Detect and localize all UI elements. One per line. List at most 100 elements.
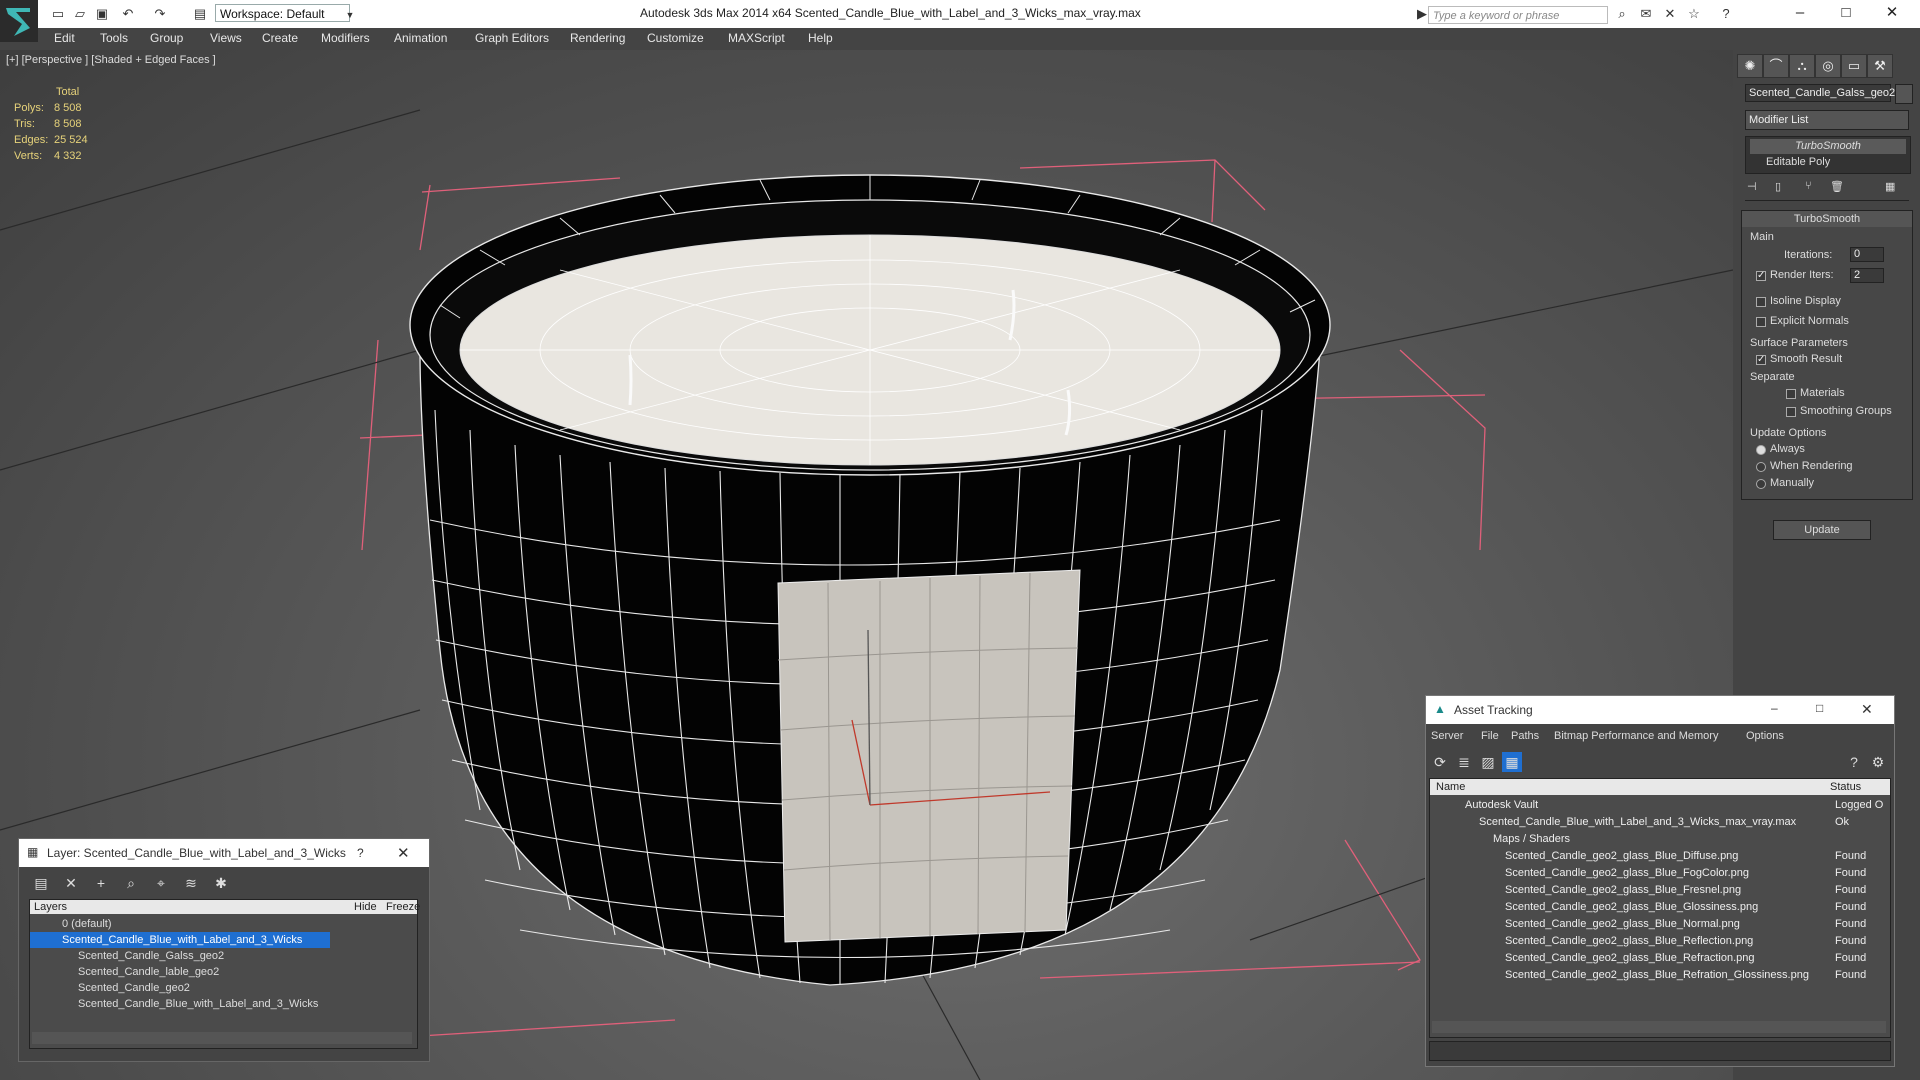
explicit-normals-checkbox[interactable]	[1756, 317, 1766, 327]
menu-group[interactable]: Group	[150, 31, 183, 45]
menu-maxscript[interactable]: MAXScript	[728, 31, 785, 45]
highlight-layer-icon[interactable]: ⌖	[151, 873, 171, 893]
when-rendering-radio[interactable]	[1756, 462, 1766, 472]
materials-checkbox[interactable]	[1786, 389, 1796, 399]
col-status[interactable]: Status	[1830, 779, 1861, 795]
redo-icon[interactable]: ↷	[150, 4, 170, 24]
menu-edit[interactable]: Edit	[54, 31, 75, 45]
make-unique-icon[interactable]: ⑂	[1805, 180, 1812, 192]
menu-animation[interactable]: Animation	[394, 31, 447, 45]
delete-layer-icon[interactable]: ✕	[61, 873, 81, 893]
asset-menu-paths[interactable]: Paths	[1511, 730, 1539, 742]
modifier-editable-poly[interactable]: Editable Poly	[1766, 155, 1830, 170]
always-radio[interactable]	[1756, 445, 1766, 455]
manually-radio[interactable]	[1756, 479, 1766, 489]
show-end-result-icon[interactable]: ▯	[1775, 180, 1781, 193]
new-layer-icon[interactable]: ▤	[31, 873, 51, 893]
col-hide[interactable]: Hide	[354, 900, 377, 914]
menu-tools[interactable]: Tools	[100, 31, 128, 45]
asset-row[interactable]: Scented_Candle_geo2_glass_Blue_Diffuse.p…	[1435, 848, 1891, 865]
remove-modifier-icon[interactable]: 🗑	[1830, 180, 1844, 193]
layer-row[interactable]: Scented_Candle_Galss_geo2	[30, 948, 417, 964]
undo-icon[interactable]: ↶	[118, 4, 138, 24]
render-iters-spinner[interactable]: 2	[1850, 268, 1884, 283]
add-to-layer-icon[interactable]: +	[91, 873, 111, 893]
layer-row[interactable]: Scented_Candle_Blue_with_Label_and_3_Wic…	[30, 996, 417, 1012]
render-iters-checkbox[interactable]: ✓	[1756, 271, 1766, 281]
help-icon[interactable]: ?	[1716, 4, 1736, 24]
asset-menu-server[interactable]: Server	[1431, 730, 1463, 742]
project-folder-icon[interactable]: ▤	[190, 4, 210, 24]
horizontal-scrollbar[interactable]	[32, 1032, 412, 1044]
asset-menu-bitmap[interactable]: Bitmap Performance and Memory	[1554, 730, 1718, 742]
save-icon[interactable]: ▣	[92, 4, 112, 24]
exchange-icon[interactable]: ✕	[1660, 4, 1680, 24]
asset-close-icon[interactable]: ✕	[1861, 701, 1873, 718]
col-layers[interactable]: Layers	[34, 900, 67, 914]
asset-path-field[interactable]	[1429, 1041, 1891, 1061]
select-in-layer-icon[interactable]: ⌕	[121, 873, 141, 893]
layer-row[interactable]: 0 (default)	[30, 916, 417, 932]
vault-help-icon[interactable]: ?	[1844, 752, 1864, 772]
thumbnail-view-icon[interactable]: ▨	[1478, 752, 1498, 772]
menu-rendering[interactable]: Rendering	[570, 31, 625, 45]
asset-maximize-icon[interactable]: □	[1816, 701, 1823, 715]
horizontal-scrollbar[interactable]	[1432, 1021, 1886, 1033]
rollout-title[interactable]: TurboSmooth	[1742, 211, 1912, 227]
object-name-field[interactable]: Scented_Candle_Galss_geo2	[1745, 84, 1895, 102]
smoothing-groups-checkbox[interactable]	[1786, 407, 1796, 417]
asset-row[interactable]: Scented_Candle_geo2_glass_Blue_Refration…	[1435, 967, 1891, 984]
layer-help-icon[interactable]: ?	[357, 846, 364, 860]
col-name[interactable]: Name	[1436, 779, 1465, 795]
asset-row[interactable]: Scented_Candle_geo2_glass_Blue_Fresnel.p…	[1435, 882, 1891, 899]
menu-create[interactable]: Create	[262, 31, 298, 45]
asset-minimize-icon[interactable]: –	[1771, 701, 1778, 715]
col-freeze[interactable]: Freeze	[386, 900, 420, 914]
object-color-swatch[interactable]	[1895, 84, 1913, 104]
layer-close-icon[interactable]: ✕	[397, 844, 410, 862]
isoline-checkbox[interactable]	[1756, 297, 1766, 307]
pin-stack-icon[interactable]: ⊣	[1747, 180, 1757, 193]
display-tab-icon[interactable]: ▭	[1841, 54, 1867, 78]
vault-settings-icon[interactable]: ⚙	[1868, 752, 1888, 772]
create-tab-icon[interactable]: ✺	[1737, 54, 1763, 78]
open-file-icon[interactable]: ▱	[70, 4, 90, 24]
layer-row-selected[interactable]: Scented_Candle_Blue_with_Label_and_3_Wic…	[30, 932, 330, 948]
chevron-down-icon[interactable]: ▼	[340, 5, 360, 25]
layer-row[interactable]: Scented_Candle_lable_geo2	[30, 964, 417, 980]
menu-modifiers[interactable]: Modifiers	[321, 31, 370, 45]
binoculars-icon[interactable]: ⌕	[1612, 4, 1632, 24]
freeze-all-layers-icon[interactable]: ✱	[211, 873, 231, 893]
update-button[interactable]: Update	[1773, 520, 1871, 540]
asset-row[interactable]: Autodesk Vault Logged O	[1435, 797, 1891, 814]
asset-row[interactable]: Scented_Candle_geo2_glass_Blue_FogColor.…	[1435, 865, 1891, 882]
modifier-turbosmooth[interactable]: TurboSmooth	[1750, 139, 1906, 154]
menu-help[interactable]: Help	[808, 31, 833, 45]
utilities-tab-icon[interactable]: ⚒	[1867, 54, 1893, 78]
iterations-spinner[interactable]: 0	[1850, 247, 1884, 262]
asset-row[interactable]: Scented_Candle_geo2_glass_Blue_Normal.pn…	[1435, 916, 1891, 933]
table-view-icon[interactable]: ▦	[1502, 752, 1522, 772]
asset-row[interactable]: Scented_Candle_Blue_with_Label_and_3_Wic…	[1435, 814, 1891, 831]
asset-row[interactable]: Scented_Candle_geo2_glass_Blue_Refractio…	[1435, 950, 1891, 967]
configure-sets-icon[interactable]: ▦	[1885, 180, 1895, 193]
menu-customize[interactable]: Customize	[647, 31, 704, 45]
asset-row[interactable]: Maps / Shaders	[1435, 831, 1891, 848]
menu-graph-editors[interactable]: Graph Editors	[475, 31, 549, 45]
hierarchy-tab-icon[interactable]: ⛬	[1789, 54, 1815, 78]
modify-tab-icon[interactable]: ⌒	[1763, 54, 1789, 78]
menu-views[interactable]: Views	[210, 31, 242, 45]
minimize-icon[interactable]: –	[1780, 2, 1820, 24]
favorites-icon[interactable]: ☆	[1684, 4, 1704, 24]
refresh-icon[interactable]: ⟳	[1430, 752, 1450, 772]
search-input[interactable]: Type a keyword or phrase	[1428, 6, 1608, 24]
maximize-icon[interactable]: □	[1826, 2, 1866, 24]
hide-all-layers-icon[interactable]: ≋	[181, 873, 201, 893]
communication-icon[interactable]: ✉	[1636, 4, 1656, 24]
app-logo[interactable]	[0, 0, 38, 42]
list-view-icon[interactable]: ≣	[1454, 752, 1474, 772]
motion-tab-icon[interactable]: ◎	[1815, 54, 1841, 78]
asset-row[interactable]: Scented_Candle_geo2_glass_Blue_Reflectio…	[1435, 933, 1891, 950]
asset-menu-options[interactable]: Options	[1746, 730, 1784, 742]
layer-row[interactable]: Scented_Candle_geo2	[30, 980, 417, 996]
